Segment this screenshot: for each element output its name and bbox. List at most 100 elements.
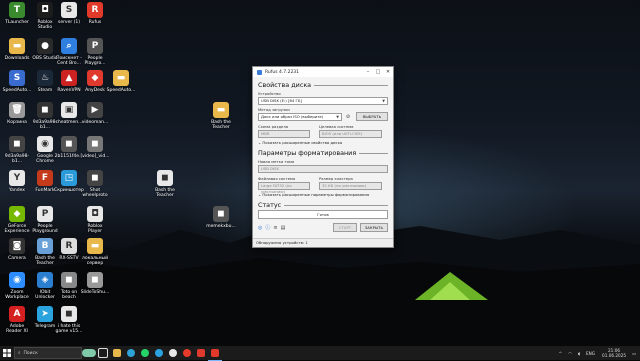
device-value: USB DISK (E:) [64 ГБ] <box>261 98 302 103</box>
desktop-icon-label: локальный сервер <box>81 256 109 266</box>
app-icon: ◘ <box>37 2 53 18</box>
heading-text: Свойства диска <box>258 81 312 89</box>
anydesk-icon[interactable] <box>194 346 208 360</box>
desktop-icon[interactable]: S SpeedAuto... <box>2 70 32 93</box>
system-tray: ^ ◠ ◖ ENG 21:06 01.06.2025 ▭ <box>556 348 640 358</box>
app-icon: ◆ <box>9 206 25 222</box>
desktop-icon[interactable]: ◼ memekxbu... <box>206 206 236 229</box>
app-icon: R <box>61 238 77 254</box>
app-icon: ◼ <box>9 136 25 152</box>
start-button-windows[interactable] <box>0 346 14 360</box>
windows-icon <box>3 349 11 357</box>
desktop-icon[interactable]: ◙ Camera <box>2 238 32 261</box>
file-explorer-icon[interactable] <box>110 346 124 360</box>
maximize-button[interactable]: □ <box>373 69 383 75</box>
boot-method-select[interactable]: Диск или образ ISO (выберите) ▼ <box>258 113 342 121</box>
select-button[interactable]: ВЫБРАТЬ <box>356 112 388 121</box>
language-indicator[interactable]: ENG <box>586 351 595 356</box>
start-button[interactable]: СТАРТ <box>333 223 357 232</box>
desktop-icon[interactable]: ▬ Bash the Teacher <box>206 102 236 130</box>
toggle-advanced-drive[interactable]: ⌄ Показать расширенные свойства диска <box>258 140 393 145</box>
volume-icon[interactable]: ◖ <box>578 351 580 356</box>
desktop-icon-label: Camera <box>8 256 26 261</box>
desktop-icon[interactable]: R Rufus <box>80 2 110 25</box>
whatsapp-icon[interactable] <box>138 346 152 360</box>
clock[interactable]: 21:06 01.06.2025 <box>602 348 626 358</box>
chevron-up-icon[interactable]: ^ <box>559 351 563 356</box>
network-icon[interactable]: ◠ <box>568 351 572 356</box>
adv-drive-text: Показать расширенные свойства диска <box>262 140 343 145</box>
app-icon: ◼ <box>157 170 173 186</box>
partition-select[interactable]: MBR <box>258 130 310 138</box>
rufus-window[interactable]: Rufus 4.7.2231 – □ ✕ Свойства диска Устр… <box>252 66 394 248</box>
heading-text: Статус <box>258 201 282 209</box>
devices-found-text: Обнаружено устройств: 1 <box>256 240 308 245</box>
desktop-icon[interactable]: 🗑 Корзина <box>2 102 32 125</box>
desktop-icon[interactable]: ◼ Bash the Teacher <box>150 170 180 198</box>
app-icon: ◼ <box>87 272 103 288</box>
desktop-icon[interactable]: ◼ [video]_vid... <box>80 136 110 159</box>
device-select[interactable]: USB DISK (E:) [64 ГБ] ▼ <box>258 97 388 105</box>
telegram-icon[interactable] <box>152 346 166 360</box>
desktop-icon[interactable]: A Adobe Reader XI <box>2 306 32 334</box>
desktop-icon-label: Adobe Reader XI <box>6 324 28 334</box>
log-icon[interactable]: ▤ <box>281 225 286 231</box>
volume-label-input[interactable]: USB DISK <box>258 165 388 173</box>
check-hash-icon[interactable]: ⊘ <box>344 113 352 121</box>
app-icon: B <box>37 238 53 254</box>
desktop-icon[interactable]: ◼ Shot wheelproto <box>80 170 110 198</box>
close-button[interactable]: ЗАКРЫТЬ <box>360 223 388 232</box>
close-window-button[interactable]: ✕ <box>383 69 393 75</box>
desktop-icon-label: GeForce Experience <box>4 224 30 234</box>
desktop-icon-label: 9d3a9a98-b1... <box>4 154 30 164</box>
target-select[interactable]: BIOS (или UEFI-CSM) <box>319 130 382 138</box>
desktop-icon[interactable]: ◉ Zoom Workplace <box>2 272 32 300</box>
desktop-icon[interactable]: ◼ 9d3a9a98-b1... <box>2 136 32 164</box>
desktop-icon-label: SlideToShu... <box>80 290 110 295</box>
filesystem-label: Файловая система <box>258 176 296 181</box>
app-icon: ◼ <box>61 136 77 152</box>
taskbar-search[interactable]: ⌕ Поиск <box>14 347 82 359</box>
minimize-button[interactable]: – <box>363 69 373 75</box>
yandex-icon[interactable] <box>180 346 194 360</box>
filesystem-select[interactable]: Large FAT32 (по умолчанию) <box>258 182 310 194</box>
globe-icon[interactable]: ◎ <box>258 225 262 231</box>
desktop-icon-label: Корзина <box>7 120 27 125</box>
app-icon: ◈ <box>37 272 53 288</box>
desktop-icon[interactable]: ▶ videoman... <box>80 102 110 125</box>
volume-value: USB DISK <box>261 166 279 171</box>
desktop-icon[interactable]: ◆ GeForce Experience <box>2 206 32 234</box>
desktop-icon[interactable]: ◼ i hate this game v15... <box>54 306 84 334</box>
desktop-icon[interactable]: ▬ SpeedAuto... <box>106 70 136 93</box>
app-icon: ▬ <box>213 102 229 118</box>
app-icon: ◘ <box>87 206 103 222</box>
chrome-icon[interactable] <box>166 346 180 360</box>
cluster-select[interactable]: 32 КБ (по умолчанию) <box>319 182 382 190</box>
desktop-icon[interactable]: ◼ SlideToShu... <box>80 272 110 295</box>
info-icon[interactable]: ⓘ <box>265 224 270 231</box>
cluster-value: 32 КБ (по умолчанию) <box>322 183 367 188</box>
desktop-icon[interactable]: ▬ локальный сервер <box>80 238 110 266</box>
desktop-icon[interactable]: ▬ Downloads <box>2 38 32 61</box>
settings-icon[interactable]: ≡ <box>273 225 277 231</box>
search-placeholder: Поиск <box>23 350 38 356</box>
notifications-icon[interactable]: ▭ <box>632 351 636 356</box>
desktop-icon[interactable]: T TLauncher <box>2 2 32 25</box>
app-icon: ◼ <box>87 170 103 186</box>
task-view-icon[interactable] <box>96 346 110 360</box>
title-bar[interactable]: Rufus 4.7.2231 – □ ✕ <box>253 67 393 77</box>
clock-date: 01.06.2025 <box>602 353 627 358</box>
app-icon: ◼ <box>213 206 229 222</box>
desktop-icon-label: Roblox Player <box>87 224 103 234</box>
desktop-icon[interactable]: ◘ Roblox Player <box>80 206 110 234</box>
tray-theme-icon[interactable] <box>82 346 96 360</box>
status-progress-bar: Готов <box>258 210 388 219</box>
edge-icon[interactable] <box>124 346 138 360</box>
desktop-icon[interactable]: Y Yandex <box>2 170 32 193</box>
desktop-icon-label: Shot wheelproto <box>82 188 108 198</box>
app-icon: 🗑 <box>9 102 25 118</box>
rufus-taskbar-icon[interactable] <box>208 346 222 361</box>
desktop-icon[interactable]: P People Playgro... <box>80 38 110 66</box>
desktop-icon[interactable]: P People Playground <box>30 206 60 234</box>
app-icon: A <box>9 306 25 322</box>
